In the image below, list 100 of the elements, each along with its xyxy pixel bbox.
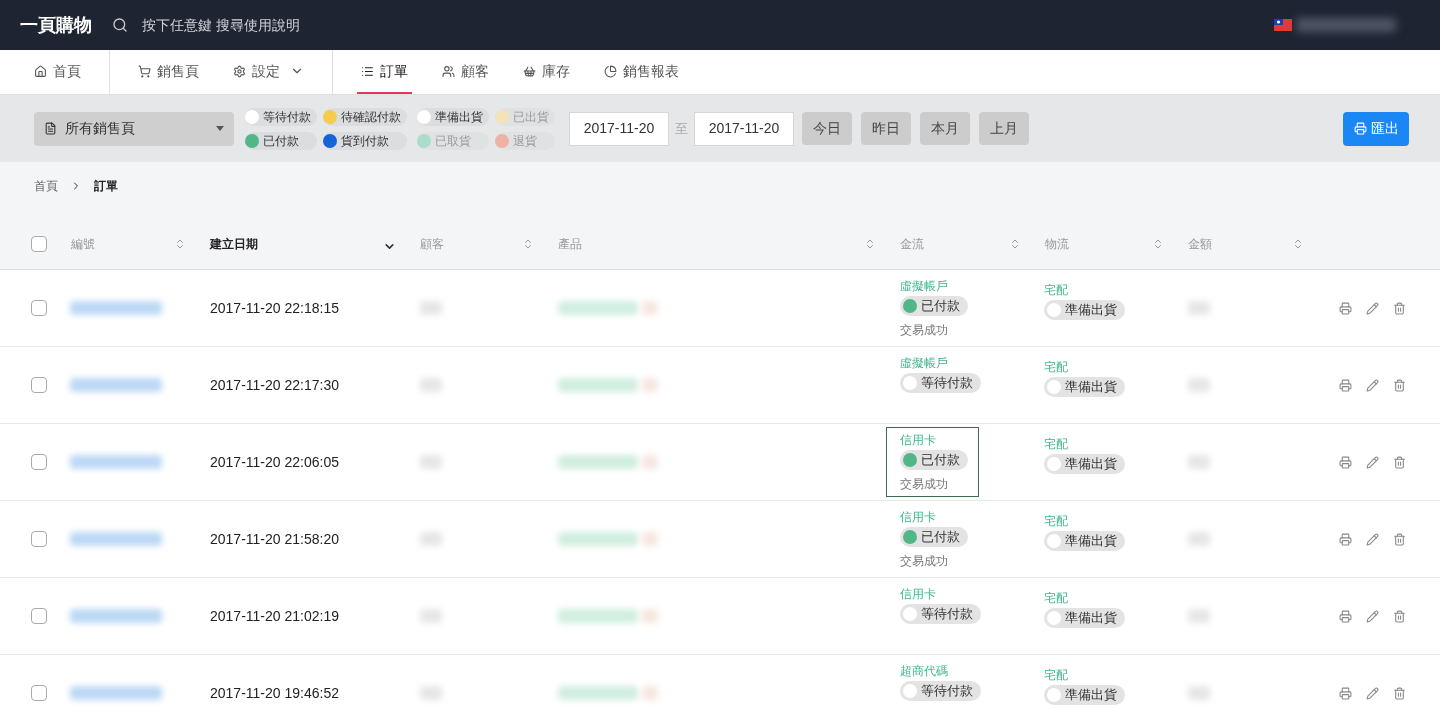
- created-date: 2017-11-20 21:58:20: [209, 529, 340, 549]
- row-checkbox[interactable]: [31, 300, 47, 316]
- shipping-method: 宅配: [1044, 282, 1069, 299]
- printer-icon: [1353, 122, 1367, 135]
- delete-icon[interactable]: [1393, 532, 1406, 546]
- status-pill: 已付款: [900, 450, 968, 470]
- shipping-method: 宅配: [1044, 359, 1069, 376]
- status-pill: 準備出貨: [1044, 608, 1125, 628]
- date-range-button[interactable]: 今日: [802, 112, 852, 145]
- status-pill: 準備出貨: [1044, 531, 1125, 551]
- sort-icon[interactable]: [522, 237, 534, 250]
- row-checkbox[interactable]: [31, 531, 47, 547]
- delete-icon[interactable]: [1393, 455, 1406, 469]
- edit-icon[interactable]: [1366, 532, 1379, 546]
- status-pill: 等待付款: [900, 604, 981, 624]
- range-separator: 至: [675, 119, 688, 138]
- app-logo[interactable]: 一頁購物: [20, 11, 92, 39]
- created-date: 2017-11-20 19:46:52: [209, 683, 340, 703]
- row-checkbox[interactable]: [31, 454, 47, 470]
- payment-method: 信用卡: [900, 509, 937, 526]
- select-all-checkbox[interactable]: [31, 235, 47, 252]
- users-icon: [442, 64, 455, 78]
- cart-icon: [138, 64, 151, 78]
- date-range-button[interactable]: 昨日: [861, 112, 911, 145]
- list-icon: [361, 64, 374, 78]
- print-icon[interactable]: [1339, 532, 1352, 546]
- delete-icon[interactable]: [1393, 686, 1406, 700]
- created-date: 2017-11-20 21:02:19: [209, 606, 340, 626]
- redacted-text: [642, 455, 658, 469]
- edit-icon[interactable]: [1366, 609, 1379, 623]
- edit-icon[interactable]: [1366, 378, 1379, 392]
- nav-tab[interactable]: 首頁: [30, 50, 85, 94]
- nav-tab[interactable]: 顧客: [438, 50, 493, 94]
- payment-note: 交易成功: [900, 322, 949, 339]
- sort-icon[interactable]: [174, 237, 186, 250]
- date-from-field[interactable]: 2017-11-20: [569, 111, 669, 146]
- created-date: 2017-11-20 22:06:05: [209, 452, 340, 472]
- nav-tab[interactable]: 銷售報表: [600, 50, 683, 94]
- edit-icon[interactable]: [1366, 686, 1379, 700]
- edit-icon[interactable]: [1366, 301, 1379, 315]
- payment-method: 虛擬帳戶: [900, 278, 949, 295]
- delete-icon[interactable]: [1393, 301, 1406, 315]
- edit-icon[interactable]: [1366, 455, 1379, 469]
- date-to-field[interactable]: 2017-11-20: [694, 111, 794, 146]
- status-pill: 等待付款: [900, 373, 981, 393]
- redacted-text: [642, 378, 658, 392]
- delete-icon[interactable]: [1393, 609, 1406, 623]
- status-pill: 準備出貨: [1044, 300, 1125, 320]
- nav-tab[interactable]: 庫存: [519, 50, 574, 94]
- print-icon[interactable]: [1339, 301, 1352, 315]
- print-icon[interactable]: [1339, 609, 1352, 623]
- sort-icon[interactable]: [1009, 237, 1021, 250]
- settings-icon: [233, 64, 246, 78]
- payment-method: 虛擬帳戶: [900, 355, 949, 372]
- status-filter-chip[interactable]: 已付款: [245, 131, 317, 150]
- payment-method: 信用卡: [900, 432, 937, 449]
- row-checkbox[interactable]: [31, 608, 47, 624]
- print-icon[interactable]: [1339, 378, 1352, 392]
- caret-icon: [216, 126, 224, 131]
- status-filter-chip[interactable]: 貨到付款: [323, 131, 407, 150]
- sort-icon[interactable]: [1152, 237, 1164, 250]
- status-filter-chip[interactable]: 待確認付款: [323, 107, 407, 126]
- home-icon: [34, 64, 47, 78]
- breadcrumb-item[interactable]: 首頁: [34, 177, 58, 195]
- shipping-method: 宅配: [1044, 667, 1069, 684]
- status-pill: 已付款: [900, 527, 968, 547]
- status-filter-chip[interactable]: 準備出貨: [417, 107, 489, 126]
- print-icon[interactable]: [1339, 455, 1352, 469]
- nav-tab[interactable]: 設定: [229, 50, 308, 94]
- breadcrumb-item: 訂單: [94, 178, 118, 195]
- date-range-button[interactable]: 上月: [979, 112, 1029, 145]
- print-icon[interactable]: [1339, 686, 1352, 700]
- document-icon: [44, 122, 57, 135]
- redacted-text: [642, 301, 658, 315]
- payment-method: 超商代碼: [900, 663, 949, 680]
- delete-icon[interactable]: [1393, 378, 1406, 392]
- page-select[interactable]: 所有銷售頁: [34, 111, 234, 146]
- pie-chart-icon: [604, 64, 617, 78]
- status-pill: 已付款: [900, 296, 968, 316]
- created-date: 2017-11-20 22:17:30: [209, 375, 340, 395]
- flag-icon[interactable]: [1274, 19, 1292, 31]
- status-pill: 準備出貨: [1044, 454, 1125, 474]
- sort-icon[interactable]: [864, 237, 876, 250]
- status-pill: 準備出貨: [1044, 685, 1125, 705]
- search-hint: 按下任意鍵 搜尋使用說明: [142, 15, 300, 35]
- export-button[interactable]: 匯出: [1343, 111, 1409, 146]
- column-header[interactable]: 建立日期: [210, 234, 258, 253]
- nav-tab[interactable]: 銷售頁: [134, 50, 203, 94]
- payment-note: 交易成功: [900, 476, 949, 493]
- redacted-text: [642, 609, 658, 623]
- status-filter-chip[interactable]: 等待付款: [245, 107, 317, 126]
- shipping-method: 宅配: [1044, 436, 1069, 453]
- date-range-button[interactable]: 本月: [920, 112, 970, 145]
- created-date: 2017-11-20 22:18:15: [209, 298, 340, 318]
- search-icon[interactable]: [112, 17, 128, 33]
- status-pill: 等待付款: [900, 681, 981, 701]
- sort-icon[interactable]: [1292, 237, 1304, 250]
- row-checkbox[interactable]: [31, 377, 47, 393]
- status-pill: 準備出貨: [1044, 377, 1125, 397]
- row-checkbox[interactable]: [31, 685, 47, 701]
